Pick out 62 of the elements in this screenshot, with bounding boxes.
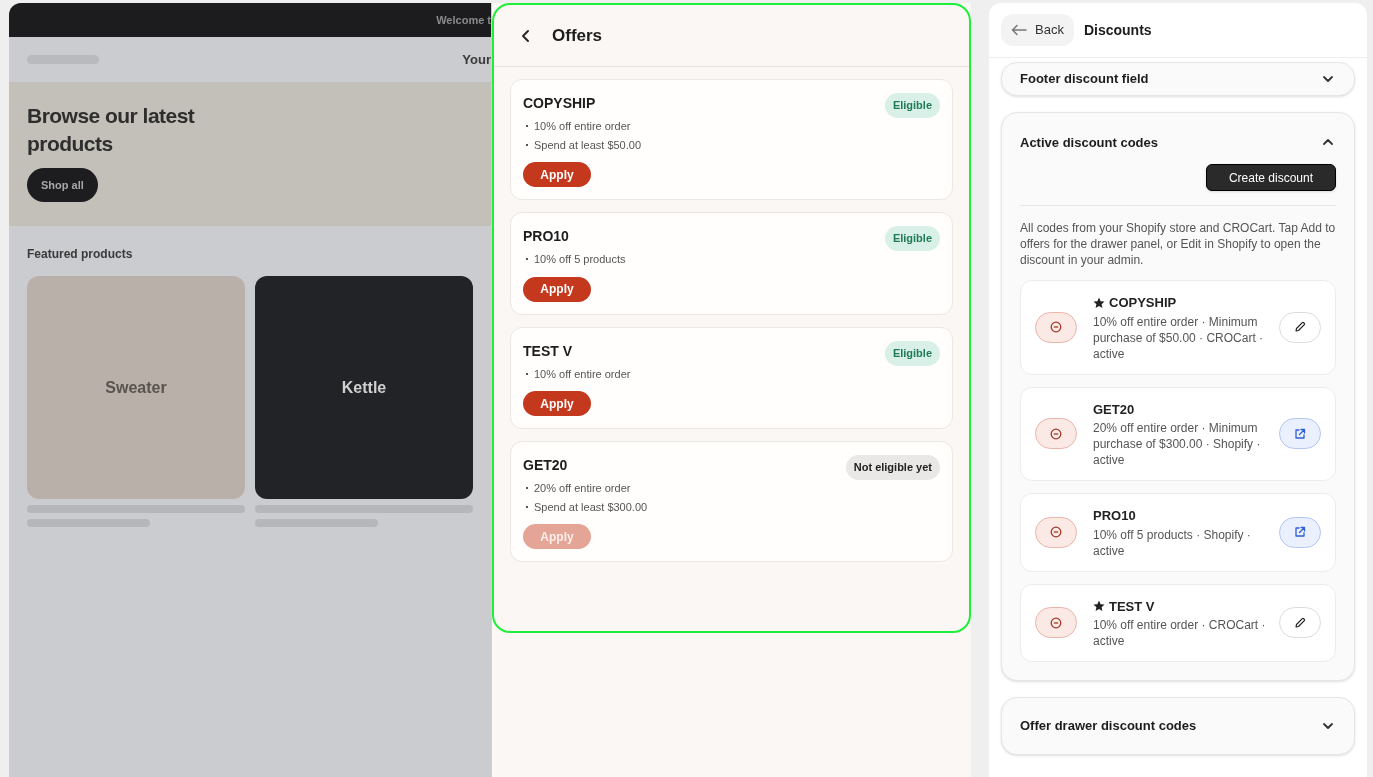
offer-detail: 10% off entire order xyxy=(534,366,631,382)
code-name: TEST V xyxy=(1109,597,1155,616)
code-description: 20% off entire order · Minimum purchase of $300.00 · Shopify · active xyxy=(1093,420,1262,468)
apply-button[interactable]: Apply xyxy=(523,391,591,416)
remove-button[interactable] xyxy=(1035,516,1077,548)
offer-code: COPYSHIP xyxy=(523,94,597,113)
edit-button[interactable] xyxy=(1279,607,1321,639)
star-icon xyxy=(1093,600,1105,613)
status-badge: Not eligible yet xyxy=(845,455,940,480)
offer-code: GET20 xyxy=(523,456,569,475)
apply-button[interactable]: Apply xyxy=(523,162,591,187)
star-icon xyxy=(1093,296,1105,309)
offer-detail: Spend at least $50.00 xyxy=(534,137,642,153)
apply-button[interactable]: Apply xyxy=(523,276,591,302)
status-badge: Eligible xyxy=(884,226,940,251)
create-discount-button[interactable]: Create discount xyxy=(1205,164,1336,191)
section-description: All codes from your Shopify store and CROCart. Tap Add to offers for the drawer panel, or Edit in Shopify to open the discount in your admin. xyxy=(1020,220,1336,268)
section-title: Footer discount field xyxy=(1020,70,1149,88)
section-title: Offer drawer discount codes xyxy=(1020,717,1197,735)
minus-circle-icon xyxy=(1050,321,1062,334)
section-title: Active discount codes xyxy=(1020,133,1158,152)
remove-button[interactable] xyxy=(1035,607,1077,639)
back-button[interactable]: Back xyxy=(1001,14,1074,46)
offer-code: PRO10 xyxy=(523,227,570,246)
pencil-icon xyxy=(1294,616,1306,629)
panel-title: Discounts xyxy=(1083,20,1152,40)
offer-detail: 10% off 5 products xyxy=(534,252,626,267)
product-tile[interactable]: Kettle xyxy=(255,276,473,499)
minus-circle-icon xyxy=(1050,616,1062,629)
announcement-text: Welcome t xyxy=(436,12,491,28)
back-icon xyxy=(521,29,531,42)
minus-circle-icon xyxy=(1050,427,1062,440)
code-description: 10% off entire order · Minimum purchase of $50.00 · CROCart · active xyxy=(1093,313,1265,362)
product-name: Kettle xyxy=(341,377,387,398)
code-description: 10% off 5 products · Shopify · active xyxy=(1093,526,1252,559)
remove-button[interactable] xyxy=(1035,418,1077,450)
code-name: GET20 xyxy=(1093,400,1135,419)
open-external-button[interactable] xyxy=(1279,516,1321,548)
external-link-icon xyxy=(1294,526,1306,539)
hero-title: Browse our latest products xyxy=(27,103,196,157)
edit-button[interactable] xyxy=(1279,311,1321,343)
status-badge: Eligible xyxy=(884,93,940,118)
arrow-left-icon xyxy=(1011,24,1027,36)
offer-detail: Spend at least $300.00 xyxy=(534,499,648,515)
drawer-title: Offers xyxy=(552,24,603,47)
product-name: Sweater xyxy=(105,377,167,398)
nav-link[interactable]: Your xyxy=(462,49,491,70)
product-tile[interactable]: Sweater xyxy=(27,276,245,499)
minus-circle-icon xyxy=(1050,526,1062,539)
external-link-icon xyxy=(1294,427,1306,440)
offer-detail: 20% off entire order xyxy=(534,481,631,496)
shop-all-button[interactable]: Shop all xyxy=(27,168,98,202)
offer-detail: 10% off entire order xyxy=(534,119,631,134)
code-name: COPYSHIP xyxy=(1109,294,1177,312)
code-description: 10% off entire order · CROCart · active xyxy=(1093,617,1267,649)
section-heading: Featured products xyxy=(26,246,134,263)
pencil-icon xyxy=(1294,321,1306,334)
code-name: PRO10 xyxy=(1093,507,1136,525)
status-badge: Eligible xyxy=(884,340,940,366)
open-external-button[interactable] xyxy=(1279,418,1321,450)
offer-code: TEST V xyxy=(523,341,573,361)
remove-button[interactable] xyxy=(1035,311,1077,343)
